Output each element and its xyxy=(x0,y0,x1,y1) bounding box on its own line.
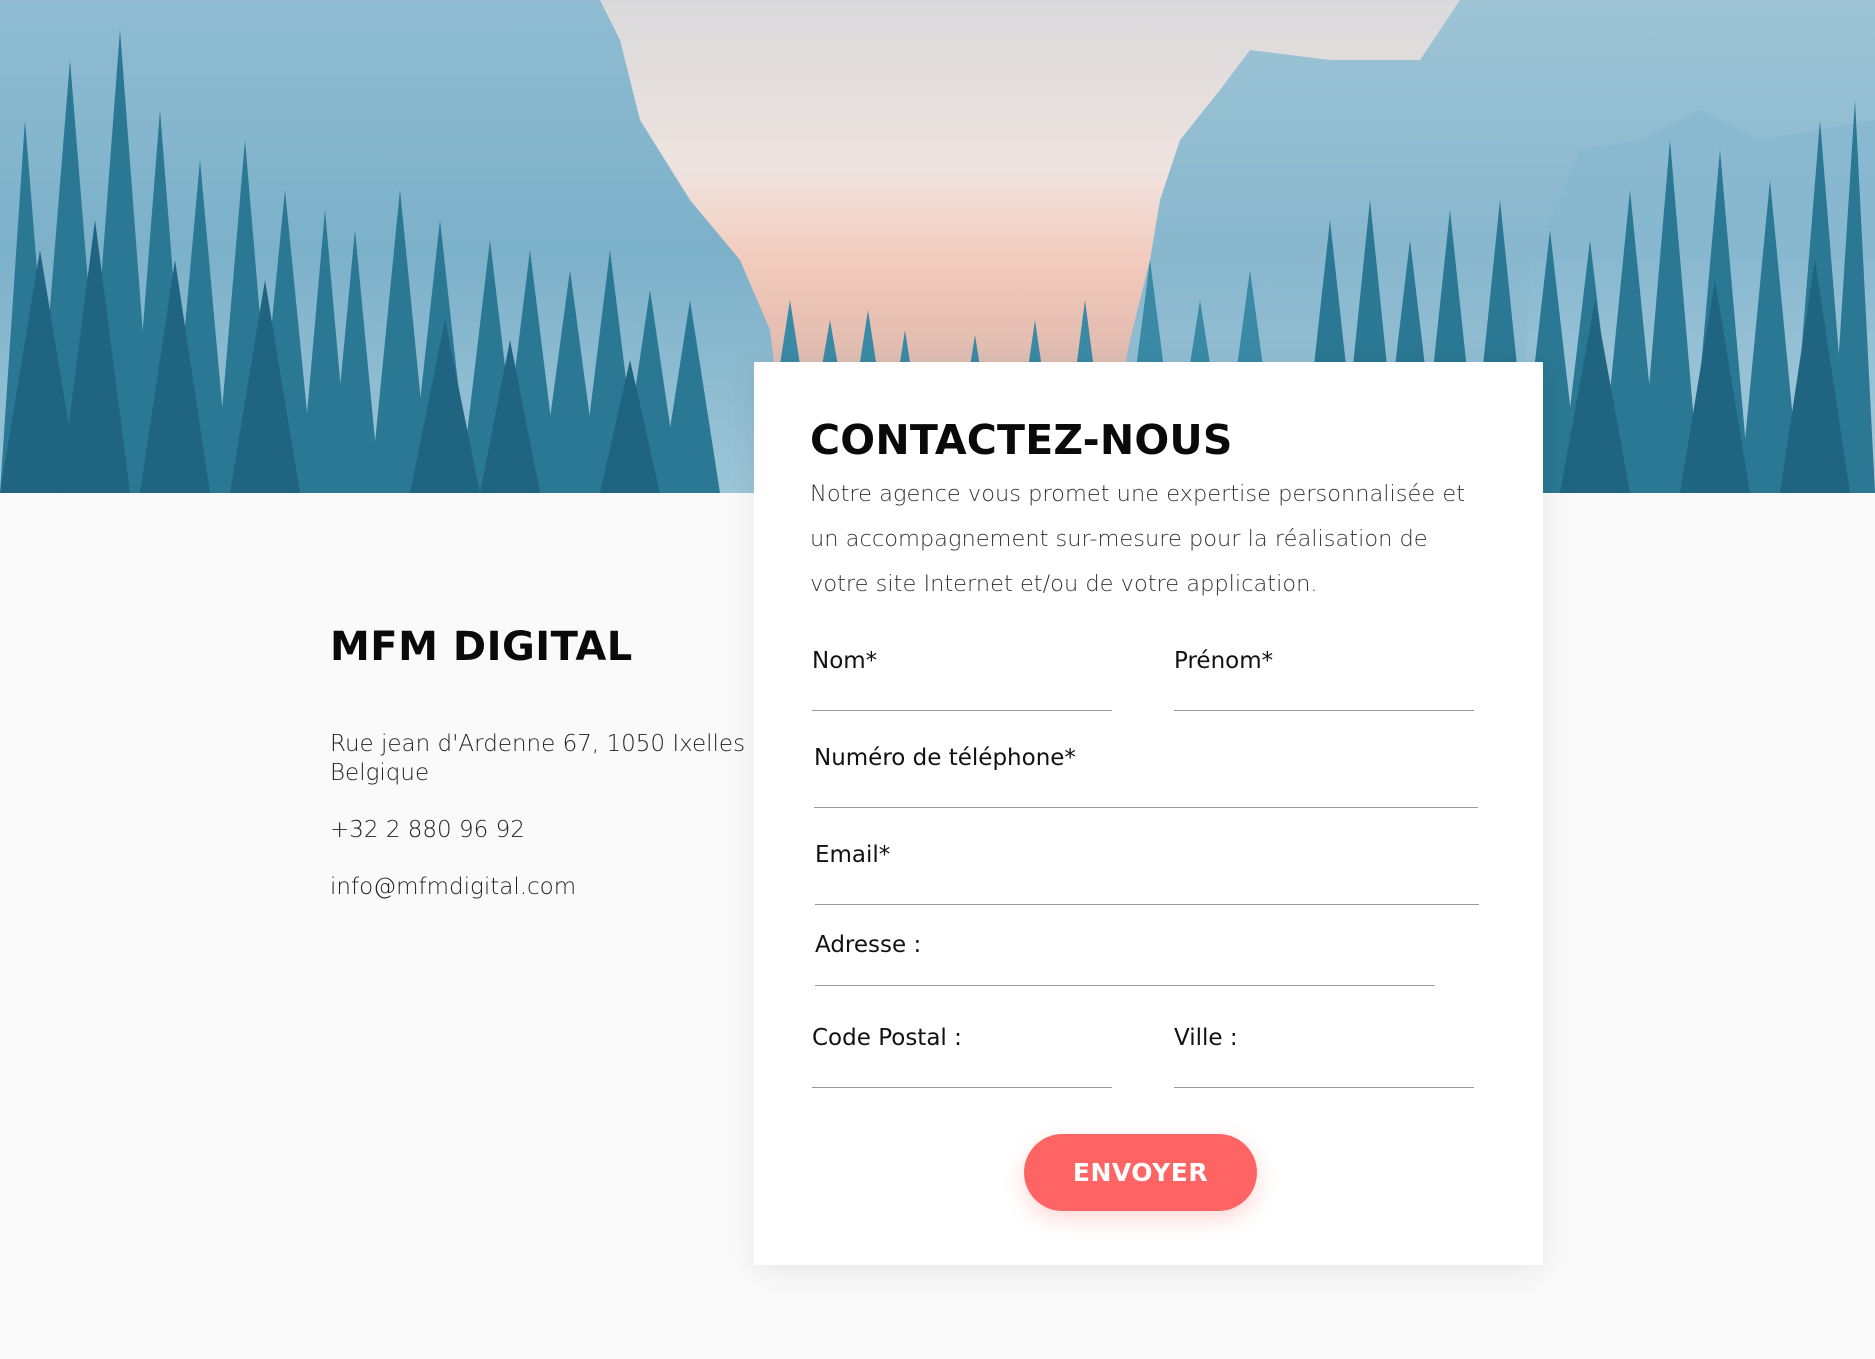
code-postal-input[interactable] xyxy=(812,1051,1112,1088)
email-field: Email* xyxy=(815,841,1479,905)
company-address: Rue jean d'Ardenne 67, 1050 Ixelles Belg… xyxy=(330,730,750,788)
prenom-field: Prénom* xyxy=(1174,647,1474,711)
telephone-input[interactable] xyxy=(814,771,1478,808)
ville-field: Ville : xyxy=(1174,1024,1474,1088)
email-label: Email* xyxy=(815,842,891,868)
company-info: MFM DIGITAL Rue jean d'Ardenne 67, 1050 … xyxy=(330,624,750,930)
nom-input[interactable] xyxy=(812,674,1112,711)
code-postal-field: Code Postal : xyxy=(812,1024,1112,1088)
ville-label: Ville : xyxy=(1174,1025,1238,1051)
email-input[interactable] xyxy=(815,868,1479,905)
nom-field: Nom* xyxy=(812,647,1112,711)
prenom-label: Prénom* xyxy=(1174,648,1274,674)
ville-input[interactable] xyxy=(1174,1051,1474,1088)
company-address-line1: Rue jean d'Ardenne 67, 1050 Ixelles xyxy=(330,731,746,757)
adresse-field: Adresse : xyxy=(815,931,1435,986)
company-name: MFM DIGITAL xyxy=(330,624,633,670)
contact-description: Notre agence vous promet une expertise p… xyxy=(810,481,1466,597)
submit-button[interactable]: ENVOYER xyxy=(1024,1134,1257,1211)
telephone-field: Numéro de téléphone* xyxy=(814,744,1478,808)
company-address-line2: Belgique xyxy=(330,760,430,786)
adresse-input[interactable] xyxy=(815,949,1435,986)
telephone-label: Numéro de téléphone* xyxy=(814,745,1076,771)
contact-card: CONTACTEZ-NOUS Notre agence vous promet … xyxy=(754,362,1543,1265)
nom-label: Nom* xyxy=(812,648,878,674)
company-email: info@mfmdigital.com xyxy=(330,874,577,900)
prenom-input[interactable] xyxy=(1174,674,1474,711)
company-phone: +32 2 880 96 92 xyxy=(330,817,525,843)
code-postal-label: Code Postal : xyxy=(812,1025,962,1051)
contact-title: CONTACTEZ-NOUS xyxy=(810,416,1233,464)
